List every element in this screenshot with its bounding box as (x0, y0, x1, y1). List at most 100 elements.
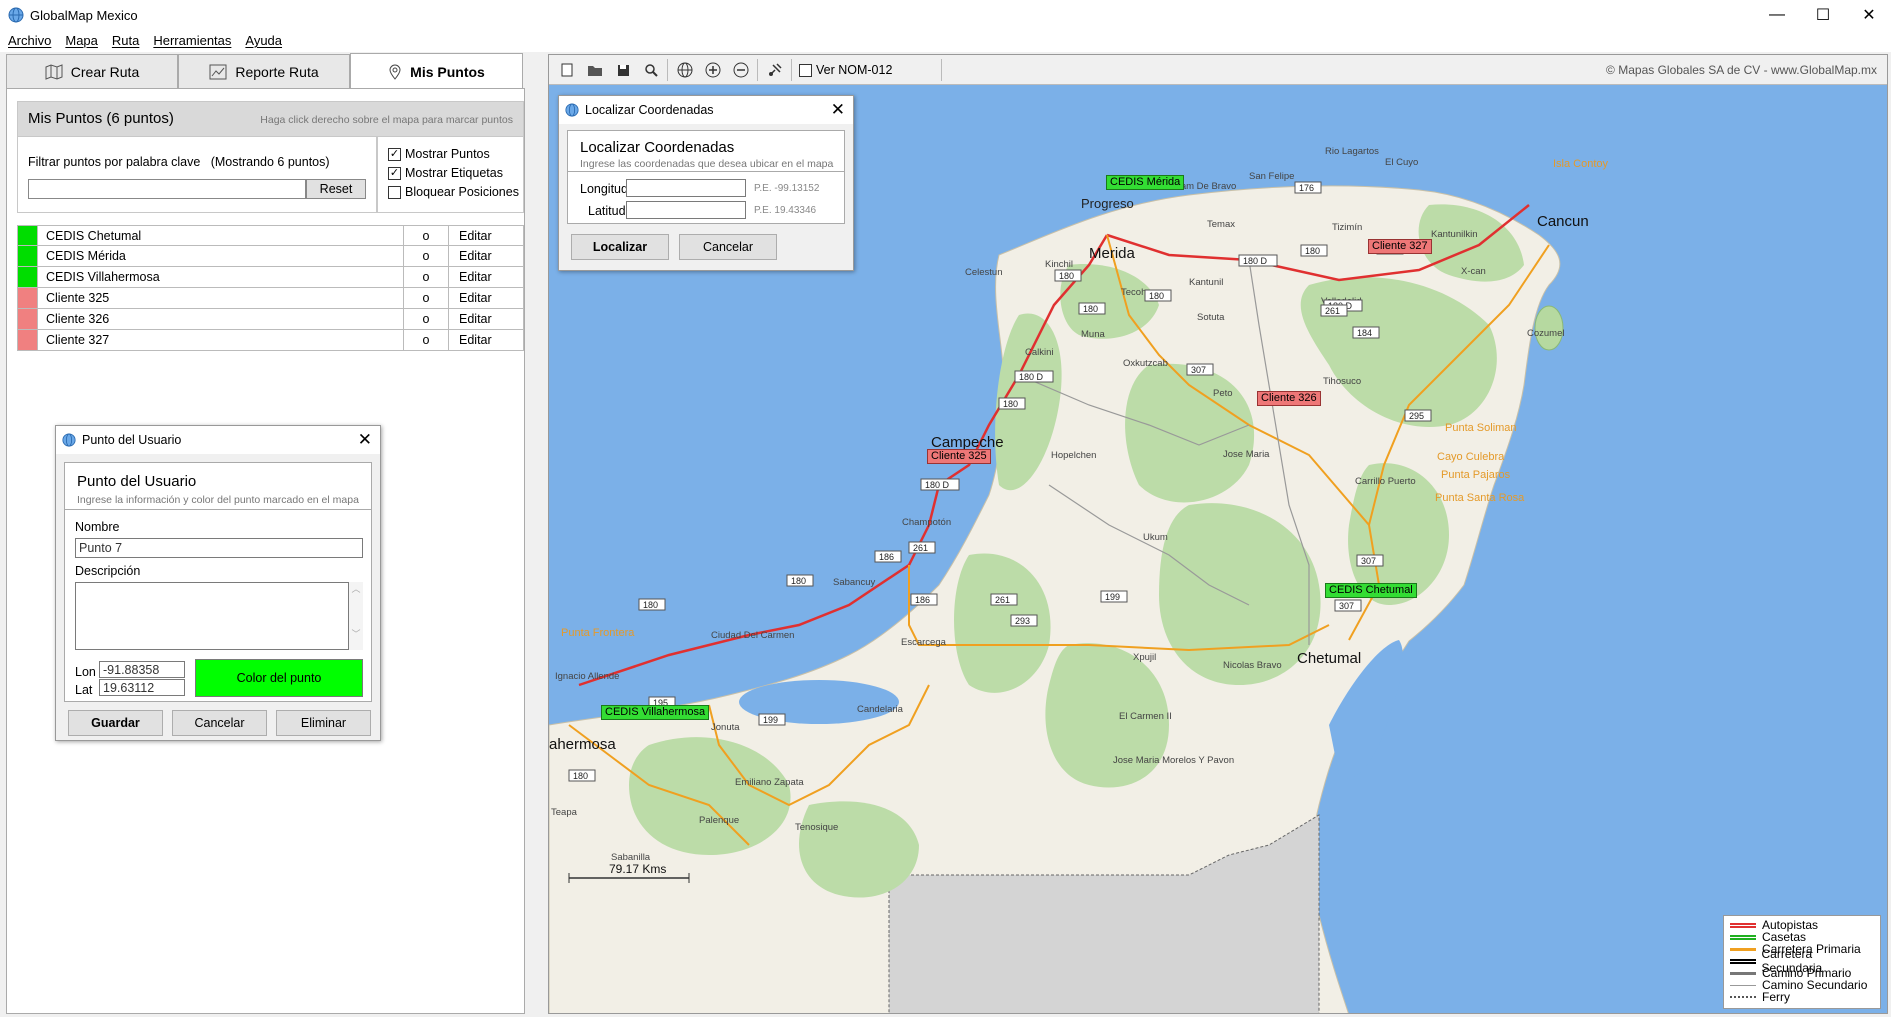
tab-mis-puntos[interactable]: Mis Puntos (350, 53, 523, 89)
mis-puntos-title: Mis Puntos (6 puntos) (28, 110, 174, 127)
scroll-down-icon[interactable]: ﹀ (349, 627, 363, 640)
point-edit-button[interactable]: Editar (449, 267, 523, 287)
save-icon[interactable] (611, 59, 635, 81)
nombre-input[interactable]: Punto 7 (75, 538, 363, 558)
legend-item: Ferry (1730, 990, 1874, 1004)
cancelar-button[interactable]: Cancelar (679, 234, 777, 260)
svg-text:261: 261 (913, 543, 928, 553)
checkbox-label: Mostrar Etiquetas (405, 166, 503, 180)
globe-icon (565, 103, 579, 117)
dialog-close-icon[interactable]: ✕ (831, 100, 845, 120)
menu-ayuda[interactable]: Ayuda (245, 30, 282, 52)
point-row[interactable]: Cliente 325 o Editar (17, 288, 524, 309)
localizar-button[interactable]: Localizar (571, 234, 669, 260)
menu-ruta[interactable]: Ruta (112, 30, 139, 52)
city-label: Merida (1089, 245, 1136, 262)
descripcion-textarea[interactable] (75, 582, 349, 650)
town-label: Sotuta (1197, 312, 1225, 323)
point-edit-button[interactable]: Editar (449, 246, 523, 266)
svg-text:186: 186 (879, 552, 894, 562)
point-visibility-toggle[interactable]: o (404, 330, 449, 350)
chart-report-icon (209, 64, 227, 79)
cancelar-button[interactable]: Cancelar (172, 710, 267, 736)
reset-button[interactable]: Reset (306, 179, 366, 199)
point-edit-button[interactable]: Editar (449, 288, 523, 308)
new-file-icon[interactable] (555, 59, 579, 81)
map-area[interactable]: Ver NOM-012 © Mapas Globales SA de CV - … (548, 54, 1888, 1014)
point-visibility-toggle[interactable]: o (404, 246, 449, 266)
map-marker-cedis-merida[interactable]: CEDIS Mérida (1106, 175, 1185, 190)
menu-archivo[interactable]: Archivo (8, 30, 51, 52)
town-label: Tihosuco (1323, 376, 1361, 387)
svg-text:293: 293 (1015, 616, 1030, 626)
point-row[interactable]: CEDIS Mérida o Editar (17, 246, 524, 267)
zoom-in-icon[interactable] (701, 59, 725, 81)
search-icon[interactable] (639, 59, 663, 81)
mostrar-etiquetas-checkbox[interactable]: ✓ Mostrar Etiquetas (388, 166, 503, 180)
map-marker-cliente-325[interactable]: Cliente 325 (927, 449, 991, 464)
zoom-out-icon[interactable] (729, 59, 753, 81)
dialog-heading: Punto del Usuario (77, 473, 197, 490)
legend-swatch (1730, 971, 1756, 975)
highway-shield: 261 (990, 593, 1018, 606)
eliminar-button[interactable]: Eliminar (276, 710, 371, 736)
point-row[interactable]: Cliente 327 o Editar (17, 330, 524, 351)
point-visibility-toggle[interactable]: o (404, 226, 449, 245)
descripcion-scrollbar[interactable]: ︿ ﹀ (349, 582, 363, 650)
point-row[interactable]: Cliente 326 o Editar (17, 309, 524, 330)
checkbox-label: Mostrar Puntos (405, 147, 490, 161)
satellite-icon[interactable] (763, 59, 787, 81)
legend-swatch (1730, 958, 1756, 964)
town-label: Temax (1207, 219, 1235, 230)
close-button[interactable]: ✕ (1846, 0, 1891, 30)
map-marker-cliente-327[interactable]: Cliente 327 (1368, 239, 1432, 254)
toolbar-separator (667, 59, 668, 81)
menu-mapa[interactable]: Mapa (65, 30, 98, 52)
bloquear-posiciones-checkbox[interactable]: Bloquear Posiciones (388, 185, 519, 199)
city-label: Chetumal (1297, 650, 1361, 667)
map-marker-cliente-326[interactable]: Cliente 326 (1257, 391, 1321, 406)
color-button[interactable]: Color del punto (195, 659, 363, 697)
mostrar-puntos-checkbox[interactable]: ✓ Mostrar Puntos (388, 147, 490, 161)
point-visibility-toggle[interactable]: o (404, 309, 449, 329)
svg-text:180: 180 (1149, 291, 1164, 301)
lon-input[interactable]: -91.88358 (99, 661, 185, 678)
dialog-close-icon[interactable]: ✕ (358, 430, 372, 450)
dialog-title: Localizar Coordenadas (585, 103, 714, 117)
filter-input[interactable] (28, 179, 306, 199)
open-folder-icon[interactable] (583, 59, 607, 81)
coord-form: Longitud P.E. -99.13152 Latitud P.E. 19.… (567, 172, 845, 224)
tab-reporte-ruta[interactable]: Reporte Ruta (178, 54, 350, 88)
minimize-button[interactable]: — (1754, 0, 1800, 30)
latitud-label: Latitud (588, 204, 626, 218)
checkbox-empty-icon (799, 63, 812, 77)
svg-text:176: 176 (1299, 183, 1314, 193)
checkbox-empty-icon (388, 185, 401, 199)
globe-icon[interactable] (673, 59, 697, 81)
maximize-button[interactable]: ☐ (1800, 0, 1846, 30)
svg-text:180: 180 (1083, 304, 1098, 314)
guardar-button[interactable]: Guardar (68, 710, 163, 736)
point-edit-button[interactable]: Editar (449, 309, 523, 329)
point-edit-button[interactable]: Editar (449, 330, 523, 350)
ver-nom-012-checkbox[interactable]: Ver NOM-012 (799, 63, 892, 77)
filter-box: Filtrar puntos por palabra clave (Mostra… (17, 137, 377, 213)
town-label: Kantunil (1189, 277, 1223, 288)
town-label: Ignacio Allende (555, 671, 619, 682)
point-visibility-toggle[interactable]: o (404, 267, 449, 287)
town-label: El Carmen II (1119, 711, 1172, 722)
town-label: Jose Maria (1223, 449, 1270, 460)
point-visibility-toggle[interactable]: o (404, 288, 449, 308)
map-marker-cedis-chetumal[interactable]: CEDIS Chetumal (1325, 583, 1417, 598)
map-marker-cedis-villahermosa[interactable]: CEDIS Villahermosa (601, 705, 710, 720)
lat-input[interactable]: 19.63112 (99, 679, 185, 696)
point-edit-button[interactable]: Editar (449, 226, 523, 245)
menu-herramientas[interactable]: Herramientas (153, 30, 231, 52)
longitud-input[interactable] (626, 179, 746, 197)
latitud-input[interactable] (626, 201, 746, 219)
point-row[interactable]: CEDIS Chetumal o Editar (17, 225, 524, 246)
scroll-up-icon[interactable]: ︿ (349, 582, 363, 595)
tab-crear-ruta[interactable]: Crear Ruta (6, 54, 178, 88)
highway-shield: 295 (1404, 409, 1432, 422)
point-row[interactable]: CEDIS Villahermosa o Editar (17, 267, 524, 288)
